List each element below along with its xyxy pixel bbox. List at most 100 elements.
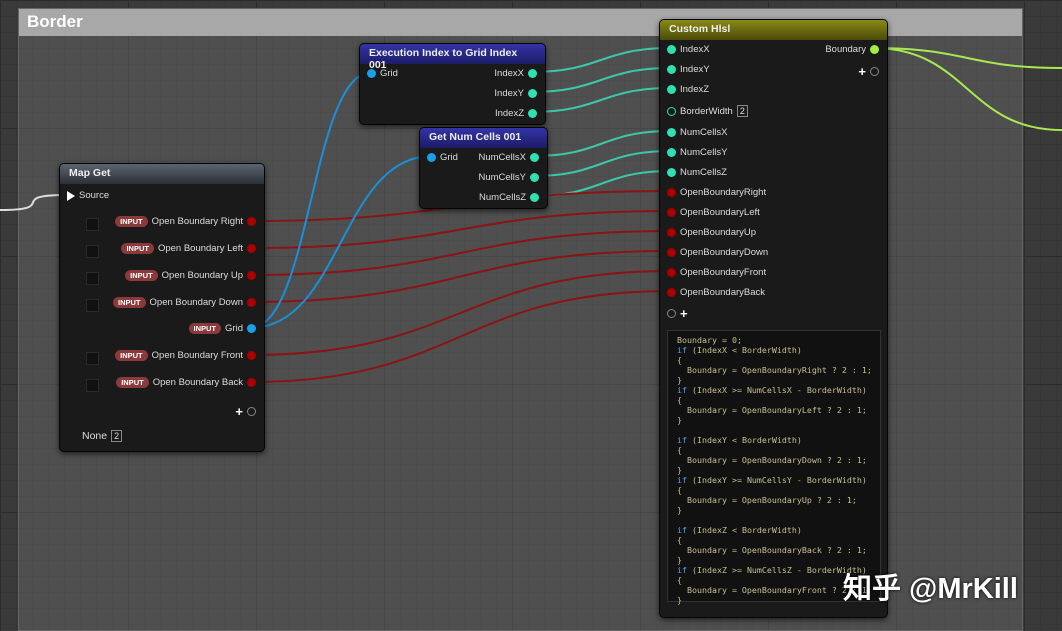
- pin-dot-icon: [667, 268, 676, 277]
- code-line: }: [677, 555, 871, 565]
- add-pin-button[interactable]: +: [235, 404, 256, 419]
- pin-open-boundary-left[interactable]: INPUT Open Boundary Left: [121, 243, 256, 254]
- pin-indexz[interactable]: IndexZ: [495, 108, 537, 119]
- pin-indexx[interactable]: IndexX: [494, 68, 537, 79]
- pin-default-checkbox[interactable]: [86, 245, 99, 258]
- wire-source[interactable]: [0, 194, 67, 211]
- pin-label: IndexX: [494, 68, 524, 79]
- wire-open-boundary-front[interactable]: [249, 270, 672, 356]
- pin-label: IndexY: [680, 64, 710, 75]
- pin-grid-input[interactable]: Grid: [367, 68, 398, 79]
- add-input-button[interactable]: +: [667, 306, 688, 321]
- pin-dot-icon: [667, 208, 676, 217]
- none-field[interactable]: None 2: [82, 430, 123, 442]
- pin-numcellsy[interactable]: NumCellsY: [667, 147, 728, 158]
- pin-dot-icon: [530, 173, 539, 182]
- pin-dot-icon: [247, 217, 256, 226]
- pin-label: NumCellsY: [680, 147, 728, 158]
- node-title: Get Num Cells 001: [420, 128, 547, 148]
- wire-open-boundary-left[interactable]: [249, 210, 672, 249]
- node-get-num-cells[interactable]: Get Num Cells 001 Grid NumCellsX NumCell…: [419, 127, 548, 209]
- pin-default-checkbox[interactable]: [86, 218, 99, 231]
- input-badge: INPUT: [115, 216, 148, 227]
- hlsl-code-editor[interactable]: Boundary = 0; if (IndexX < BorderWidth){ …: [667, 330, 881, 605]
- code-keyword: if: [677, 435, 687, 445]
- pin-numcellsz[interactable]: NumCellsZ: [479, 192, 539, 203]
- node-custom-hlsl[interactable]: Custom Hlsl IndexX IndexY IndexZ BorderWidt…: [659, 19, 888, 618]
- pin-default-checkbox[interactable]: [86, 299, 99, 312]
- pin-label: NumCellsZ: [479, 192, 526, 203]
- code-text: Boundary = 0;: [677, 335, 742, 345]
- pin-ring-icon: [247, 407, 256, 416]
- code-text: (IndexY >= NumCellsY - BorderWidth): [687, 475, 867, 485]
- pin-numcellsz[interactable]: NumCellsZ: [667, 167, 727, 178]
- pin-label: IndexY: [494, 88, 524, 99]
- pin-label: Open Boundary Left: [157, 243, 243, 254]
- pin-label: OpenBoundaryBack: [680, 287, 766, 298]
- pin-label: Open Boundary Down: [149, 297, 243, 308]
- pin-dot-icon: [667, 45, 676, 54]
- pin-indexy[interactable]: IndexY: [494, 88, 537, 99]
- pin-numcellsx[interactable]: NumCellsX: [667, 127, 728, 138]
- border-width-value[interactable]: 2: [736, 105, 748, 117]
- pin-dot-icon: [247, 271, 256, 280]
- code-text: Boundary = OpenBoundaryLeft ? 2 : 1;: [677, 405, 867, 415]
- code-keyword: if: [677, 565, 687, 575]
- pin-dot-icon: [247, 378, 256, 387]
- pin-open-boundary-down[interactable]: INPUT Open Boundary Down: [113, 297, 256, 308]
- pin-label: Source: [79, 190, 110, 201]
- pin-dot-icon: [667, 228, 676, 237]
- pin-dot-icon: [667, 128, 676, 137]
- watermark: 知乎 @MrKill: [843, 573, 1018, 605]
- code-text: (IndexX >= NumCellsX - BorderWidth): [687, 385, 867, 395]
- code-line: {: [677, 355, 871, 365]
- pin-numcellsx[interactable]: NumCellsX: [478, 152, 539, 163]
- pin-openboundaryback[interactable]: OpenBoundaryBack: [667, 287, 765, 298]
- pin-default-checkbox[interactable]: [86, 352, 99, 365]
- pin-boundary-output[interactable]: Boundary: [825, 44, 879, 55]
- pin-grid[interactable]: INPUT Grid: [188, 323, 256, 334]
- pin-open-boundary-right[interactable]: INPUT Open Boundary Right: [115, 216, 256, 227]
- node-title: Execution Index to Grid Index 001: [360, 44, 545, 71]
- node-title: Custom Hlsl: [660, 20, 887, 40]
- pin-openboundaryleft[interactable]: OpenBoundaryLeft: [667, 207, 760, 218]
- add-output-button[interactable]: +: [858, 64, 879, 79]
- pin-source[interactable]: Source: [67, 190, 109, 201]
- pin-grid-input[interactable]: Grid: [427, 152, 458, 163]
- pin-default-checkbox[interactable]: [86, 272, 99, 285]
- pin-open-boundary-front[interactable]: INPUT Open Boundary Front: [115, 350, 256, 361]
- pin-numcellsy[interactable]: NumCellsY: [478, 172, 539, 183]
- pin-indexz[interactable]: IndexZ: [667, 84, 709, 95]
- pin-openboundaryfront[interactable]: OpenBoundaryFront: [667, 267, 766, 278]
- pin-dot-icon: [528, 89, 537, 98]
- pin-label: NumCellsX: [680, 127, 728, 138]
- pin-dot-icon: [667, 148, 676, 157]
- pin-open-boundary-back[interactable]: INPUT Open Boundary Back: [116, 377, 256, 388]
- code-line: }: [677, 415, 871, 425]
- node-execution-index-to-grid-index[interactable]: Execution Index to Grid Index 001 Grid I…: [359, 43, 546, 125]
- pin-openboundaryright[interactable]: OpenBoundaryRight: [667, 187, 766, 198]
- code-line: if (IndexY >= NumCellsY - BorderWidth): [677, 475, 871, 485]
- pin-dot-icon: [247, 298, 256, 307]
- code-line: }: [677, 505, 871, 515]
- pin-openboundaryup[interactable]: OpenBoundaryUp: [667, 227, 756, 238]
- code-text: }: [677, 555, 682, 565]
- pin-openboundarydown[interactable]: OpenBoundaryDown: [667, 247, 768, 258]
- pin-indexx[interactable]: IndexX: [667, 44, 710, 55]
- code-line: }: [677, 595, 871, 605]
- pin-borderwidth[interactable]: BorderWidth 2: [667, 105, 748, 117]
- code-line: Boundary = OpenBoundaryLeft ? 2 : 1;: [677, 405, 871, 415]
- wire-grid-exec[interactable]: [249, 71, 373, 329]
- input-badge: INPUT: [125, 270, 158, 281]
- node-map-get[interactable]: Map Get Source INPUT Open Boundary Right I…: [59, 163, 265, 452]
- pin-indexy[interactable]: IndexY: [667, 64, 710, 75]
- pin-ring-icon: [667, 106, 676, 116]
- code-line: {: [677, 395, 871, 405]
- pin-open-boundary-up[interactable]: INPUT Open Boundary Up: [125, 270, 256, 281]
- code-text: }: [677, 415, 682, 425]
- pin-default-checkbox[interactable]: [86, 379, 99, 392]
- wire-open-boundary-back[interactable]: [249, 290, 672, 383]
- pin-label: OpenBoundaryDown: [680, 247, 769, 258]
- wire-boundary-out-2[interactable]: [872, 47, 1062, 131]
